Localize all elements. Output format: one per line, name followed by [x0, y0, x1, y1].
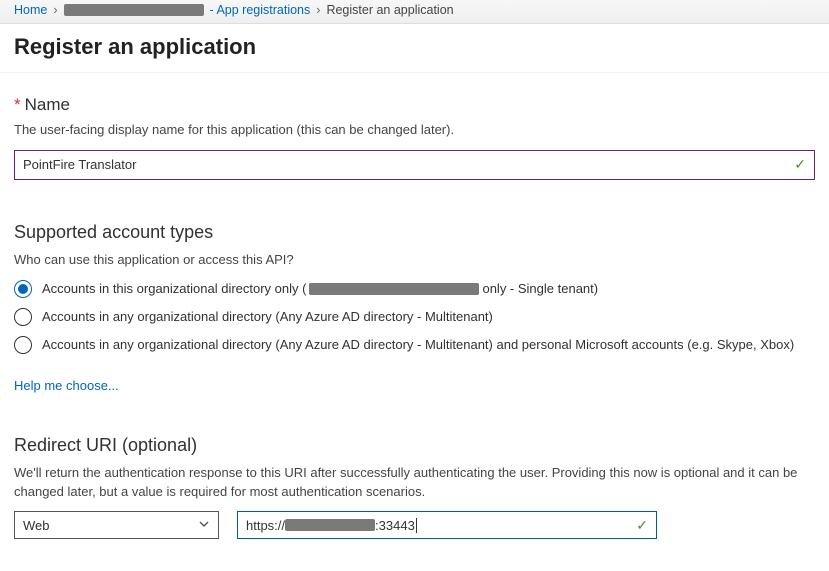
check-icon: ✓ [628, 517, 656, 534]
redirect-uri-title: Redirect URI (optional) [14, 435, 815, 456]
page-title: Register an application [14, 34, 815, 60]
account-type-option-multitenant-personal[interactable]: Accounts in any organizational directory… [14, 336, 815, 354]
uri-suffix: :33443 [375, 518, 417, 533]
uri-prefix: https:// [238, 518, 285, 533]
radio-icon [14, 308, 32, 326]
redacted-tenant-name [309, 283, 479, 295]
account-types-help: Who can use this application or access t… [14, 251, 815, 270]
breadcrumb: Home › - App registrations › Register an… [0, 0, 829, 24]
radio-icon [14, 336, 32, 354]
help-me-choose-link[interactable]: Help me choose... [14, 378, 119, 393]
name-input[interactable] [15, 152, 786, 177]
required-star-icon: * [14, 95, 21, 114]
chevron-right-icon: › [316, 3, 320, 17]
name-label: *Name [14, 95, 815, 115]
redirect-uri-input[interactable]: https:// :33443 ✓ [237, 511, 657, 539]
check-icon: ✓ [786, 156, 814, 173]
name-help: The user-facing display name for this ap… [14, 121, 815, 140]
redirect-uri-help: We'll return the authentication response… [14, 464, 815, 502]
account-types-title: Supported account types [14, 222, 815, 243]
chevron-down-icon [198, 518, 210, 533]
radio-label: Accounts in this organizational director… [42, 281, 598, 296]
chevron-right-icon: › [53, 3, 57, 17]
radio-label: Accounts in any organizational directory… [42, 337, 794, 352]
account-type-option-multitenant[interactable]: Accounts in any organizational directory… [14, 308, 815, 326]
platform-select-value: Web [23, 518, 198, 533]
breadcrumb-current: Register an application [326, 3, 453, 17]
breadcrumb-home[interactable]: Home [14, 3, 47, 17]
breadcrumb-app-registrations[interactable]: - App registrations [210, 3, 311, 17]
name-input-wrap: ✓ [14, 150, 815, 180]
redacted-host [285, 519, 375, 531]
account-type-option-single-tenant[interactable]: Accounts in this organizational director… [14, 280, 815, 298]
breadcrumb-tenant [64, 4, 204, 16]
radio-label: Accounts in any organizational directory… [42, 309, 493, 324]
radio-icon [14, 280, 32, 298]
platform-select[interactable]: Web [14, 511, 219, 539]
